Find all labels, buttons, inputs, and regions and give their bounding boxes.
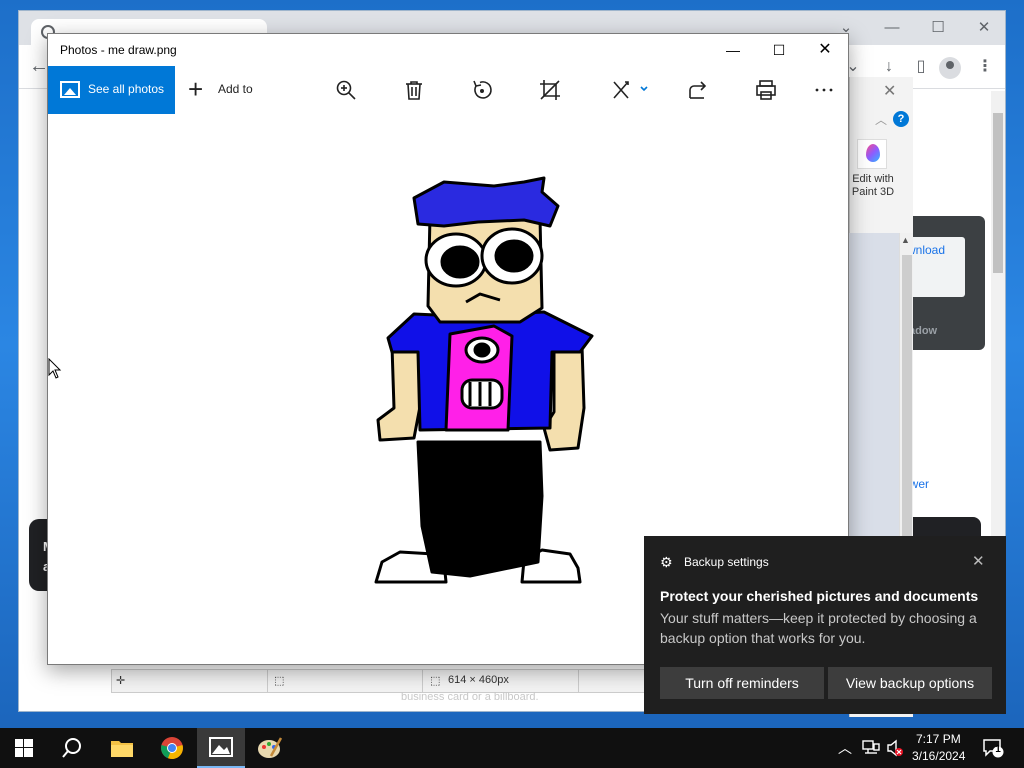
show-hidden-icons-chevron-icon[interactable]: ︿ <box>838 738 852 768</box>
chrome-maximize-button[interactable]: ☐ <box>915 11 961 45</box>
network-icon[interactable] <box>862 739 880 768</box>
image-size-icon: ⬚ <box>430 675 441 687</box>
toast-title: Protect your cherished pictures and docu… <box>660 588 979 604</box>
see-all-photos-label: See all photos <box>88 82 165 96</box>
paint-faded-text: business card or a billboard. <box>401 691 539 703</box>
paint-scrollbar[interactable]: ▲ <box>899 233 913 563</box>
gear-icon: ⚙ <box>660 554 673 570</box>
character-drawing-image <box>374 176 594 584</box>
clock-time[interactable]: 7:17 PM <box>916 732 961 746</box>
photos-icon[interactable] <box>197 728 245 768</box>
volume-muted-icon[interactable] <box>886 739 904 768</box>
paint3d-label[interactable]: Edit with Paint 3D <box>847 173 899 199</box>
download-card-subtext: adow <box>909 325 938 337</box>
turn-off-reminders-button[interactable]: Turn off reminders <box>660 667 824 699</box>
print-icon[interactable] <box>754 78 778 102</box>
photos-command-bar: See all photos + Add to <box>48 66 848 114</box>
paint-scrollbar-thumb[interactable] <box>902 255 912 555</box>
share-icon[interactable] <box>686 78 710 102</box>
paint-status-bar: ✛ ⬚ ⬚ 614 × 460px <box>111 669 671 693</box>
chrome-menu-icon[interactable]: ⋮ <box>973 55 997 79</box>
notification-center-icon[interactable]: 1 <box>982 738 1004 768</box>
start-icon[interactable] <box>0 728 48 768</box>
photos-maximize-button[interactable]: ☐ <box>756 34 802 66</box>
zoom-in-icon[interactable] <box>334 78 358 102</box>
edit-icon[interactable] <box>610 78 650 102</box>
chrome-icon[interactable] <box>148 728 196 768</box>
toast-body: Your stuff matters—keep it protected by … <box>660 610 977 646</box>
profile-avatar-icon[interactable] <box>939 57 961 79</box>
taskbar: ︿ 7:17 PM 3/16/2024 1 <box>0 728 1024 768</box>
paint-help-icon[interactable]: ? <box>893 111 909 127</box>
see-all-photos-button[interactable]: See all photos <box>48 66 175 114</box>
view-backup-options-button[interactable]: View backup options <box>828 667 992 699</box>
toast-app-name: Backup settings <box>684 555 769 569</box>
selection-size-icon: ⬚ <box>274 675 285 687</box>
scroll-up-icon[interactable]: ▲ <box>901 235 910 245</box>
photos-window-title: Photos - me draw.png <box>60 43 177 57</box>
search-icon[interactable] <box>48 728 96 768</box>
side-panel-icon[interactable]: ▯ <box>909 55 933 79</box>
chrome-close-button[interactable]: ✕ <box>961 11 1007 45</box>
paint-collapse-chevron-icon[interactable]: ︿ <box>875 111 887 128</box>
add-to-label: Add to <box>218 82 253 96</box>
downloads-icon[interactable]: ↓ <box>877 55 901 79</box>
mouse-cursor-icon <box>48 358 62 379</box>
chrome-minimize-button[interactable]: — <box>869 11 915 45</box>
photos-close-button[interactable]: ✕ <box>802 34 848 66</box>
paint-icon[interactable] <box>246 728 294 768</box>
clock-date[interactable]: 3/16/2024 <box>912 749 965 763</box>
image-dimensions: 614 × 460px <box>448 674 509 686</box>
paint3d-icon[interactable] <box>857 139 887 169</box>
more-icon[interactable] <box>812 78 836 102</box>
backup-notification-toast: ⚙ Backup settings ✕ Protect your cherish… <box>644 536 1006 714</box>
plus-icon: + <box>188 74 204 104</box>
notification-count: 1 <box>995 744 1001 755</box>
scrollbar-thumb[interactable] <box>993 113 1003 273</box>
toast-close-icon[interactable]: ✕ <box>972 552 985 570</box>
cursor-position-icon: ✛ <box>116 675 126 687</box>
delete-icon[interactable] <box>402 78 426 102</box>
back-arrow-icon[interactable]: ← <box>29 55 49 78</box>
rotate-icon[interactable] <box>470 78 494 102</box>
photos-minimize-button[interactable]: — <box>710 34 756 66</box>
gallery-icon <box>60 81 80 98</box>
crop-icon[interactable] <box>538 78 562 102</box>
file-explorer-icon[interactable] <box>98 728 146 768</box>
paint-close-icon[interactable]: ✕ <box>883 81 896 101</box>
